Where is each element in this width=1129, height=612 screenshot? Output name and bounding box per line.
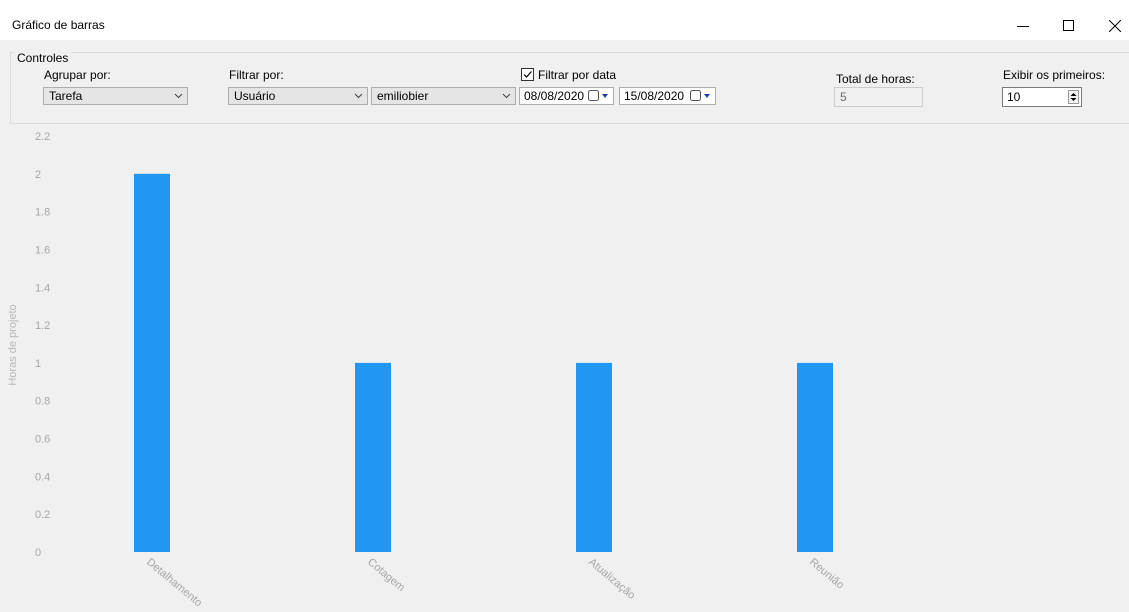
minimize-icon [1017, 26, 1029, 27]
y-tick-label: 0 [35, 547, 41, 559]
chevron-down-icon [502, 93, 511, 99]
date-from-picker[interactable]: 08/08/2020 [519, 87, 614, 105]
filter-date-checkbox[interactable] [521, 68, 534, 81]
group-by-value: Tarefa [49, 89, 83, 103]
checkmark-icon [523, 71, 532, 78]
calendar-dropdown-icon [588, 90, 608, 101]
x-tick-label: Reunião [807, 556, 846, 592]
controls-group-label: Controles [14, 51, 72, 65]
x-tick-label: Detalhamento [144, 556, 204, 609]
user-select[interactable]: emiliobier [371, 87, 516, 105]
filter-by-label: Filtrar por: [229, 68, 284, 82]
show-first-stepper[interactable]: 10 [1002, 87, 1082, 107]
filter-by-select[interactable]: Usuário [228, 87, 368, 105]
spin-buttons[interactable] [1068, 90, 1079, 104]
chevron-down-icon [354, 93, 363, 99]
bar [797, 362, 833, 552]
x-tick-label: Cotagem [365, 556, 407, 594]
window-title: Gráfico de barras [12, 18, 105, 32]
calendar-dropdown-icon [690, 90, 710, 101]
y-tick-label: 1 [35, 358, 41, 370]
bar [134, 173, 170, 552]
bar [355, 362, 391, 552]
filter-by-value: Usuário [234, 89, 276, 103]
chevron-down-icon [174, 93, 183, 99]
y-tick-label: 0.4 [35, 471, 50, 483]
title-bar: Gráfico de barras [0, 0, 1129, 40]
close-icon [1109, 20, 1121, 32]
y-tick-label: 0.2 [35, 509, 50, 521]
y-tick-label: 1.2 [35, 320, 50, 332]
close-button[interactable] [1092, 10, 1129, 42]
group-by-label: Agrupar por: [44, 68, 111, 82]
maximize-button[interactable] [1046, 10, 1092, 42]
total-hours-value: 5 [840, 90, 847, 104]
x-tick-label: Atualização [586, 556, 637, 602]
client-area: 0 0.2 0.4 0.6 0.8 1 1.2 1.4 1.6 1.8 2 2.2 Horas de p… [0, 40, 1129, 612]
date-to-value: 15/08/2020 [624, 89, 685, 103]
bar [576, 362, 612, 552]
y-tick-label: 1.8 [35, 207, 50, 219]
y-tick-label: 2 [35, 169, 41, 181]
filter-date-label: Filtrar por data [538, 68, 617, 82]
maximize-icon [1063, 20, 1074, 31]
spin-arrows-icon [1070, 93, 1077, 101]
total-hours-label: Total de horas: [836, 72, 915, 86]
group-by-select[interactable]: Tarefa [43, 87, 188, 105]
date-from-value: 08/08/2020 [524, 89, 585, 103]
y-tick-label: 0.6 [35, 434, 50, 446]
date-to-picker[interactable]: 15/08/2020 [619, 87, 716, 105]
total-hours-field: 5 [834, 87, 923, 107]
show-first-value: 10 [1007, 90, 1021, 104]
y-tick-label: 1.6 [35, 244, 50, 256]
show-first-label: Exibir os primeiros: [1003, 68, 1106, 82]
y-axis-label: Horas de projeto [7, 304, 19, 385]
y-tick-label: 0.8 [35, 396, 50, 408]
bar-chart: 0 0.2 0.4 0.6 0.8 1 1.2 1.4 1.6 1.8 2 2.2 Horas de p… [7, 131, 846, 609]
y-tick-label: 1.4 [35, 282, 50, 294]
user-value: emiliobier [377, 89, 429, 103]
minimize-button[interactable] [1000, 10, 1046, 42]
y-tick-label: 2.2 [35, 131, 50, 143]
